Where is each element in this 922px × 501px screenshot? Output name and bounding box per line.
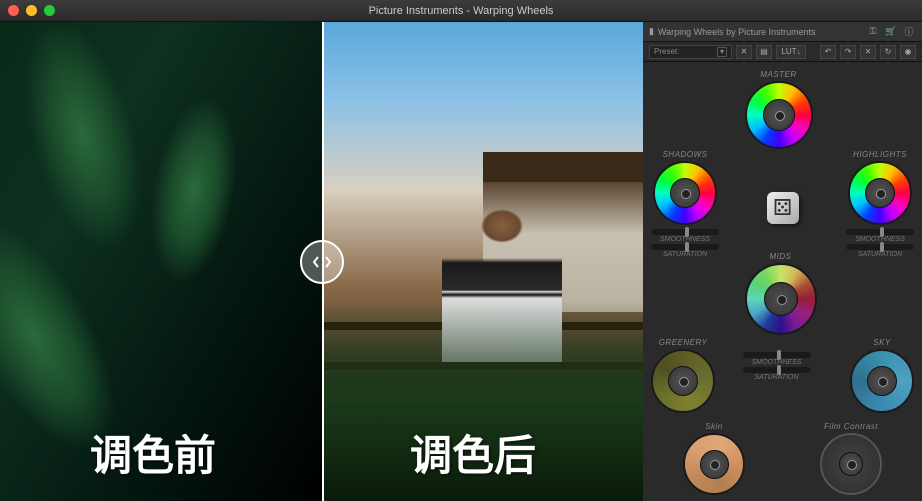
- preset-dropdown[interactable]: Preset: ▾: [649, 45, 732, 59]
- mids-label: MIDS: [770, 252, 792, 261]
- after-label: 调色后: [410, 422, 536, 483]
- sky-label: SKY: [873, 338, 891, 347]
- wheels-area: MASTER SHADOWS SMOOTHNESS SATURATION HIG…: [643, 62, 922, 501]
- lut-export-button[interactable]: LUT ↓: [776, 45, 806, 59]
- panel-logo-icon: ▮: [649, 26, 654, 37]
- mids-saturation-slider[interactable]: [743, 367, 811, 373]
- before-label: 调色前: [90, 422, 216, 483]
- film-contrast-wheel[interactable]: [820, 433, 882, 495]
- bypass-toggle[interactable]: ◉: [900, 45, 916, 59]
- greenery-wheel[interactable]: [651, 349, 715, 413]
- mids-wheel-group: MIDS: [745, 252, 817, 335]
- panel-header: ▮ Warping Wheels by Picture Instruments …: [643, 22, 922, 42]
- cart-icon[interactable]: 🛒: [884, 25, 898, 39]
- greenery-wheel-group: GREENERY: [651, 338, 715, 413]
- undo-button[interactable]: ↶: [820, 45, 836, 59]
- info-icon[interactable]: ⓘ: [902, 25, 916, 39]
- preset-label: Preset:: [654, 47, 679, 56]
- skin-label: Skin: [705, 422, 723, 431]
- preset-save-button[interactable]: ▤: [756, 45, 772, 59]
- highlights-wheel[interactable]: [848, 161, 912, 225]
- compare-toggle[interactable]: ✕: [860, 45, 876, 59]
- master-label: MASTER: [760, 70, 796, 79]
- skin-wheel[interactable]: [683, 433, 745, 495]
- saturation-label: SATURATION: [663, 251, 707, 258]
- panel-toolbar: Preset: ▾ ✕ ▤ LUT ↓ ↶ ↷ ✕ ↻ ◉: [643, 42, 922, 62]
- controls-panel: ▮ Warping Wheels by Picture Instruments …: [643, 22, 922, 501]
- greenery-label: GREENERY: [659, 338, 708, 347]
- shadows-smoothness-slider[interactable]: [651, 229, 719, 235]
- image-compare-viewer: 调色前 调色后: [0, 22, 643, 501]
- highlights-label: HIGHLIGHTS: [853, 150, 907, 159]
- mids-wheel[interactable]: [745, 263, 817, 335]
- redo-button[interactable]: ↷: [840, 45, 856, 59]
- chevron-down-icon: ▾: [717, 47, 727, 57]
- sky-wheel[interactable]: [850, 349, 914, 413]
- skin-wheel-group: Skin: [683, 422, 745, 495]
- shadows-wheel[interactable]: [653, 161, 717, 225]
- mids-smoothness-slider[interactable]: [743, 352, 811, 358]
- highlights-wheel-group: HIGHLIGHTS SMOOTHNESS SATURATION: [846, 150, 914, 258]
- shadows-saturation-slider[interactable]: [651, 244, 719, 250]
- key-icon[interactable]: ⚿: [866, 25, 880, 39]
- randomize-button[interactable]: [767, 192, 799, 224]
- window-title: Picture Instruments - Warping Wheels: [0, 5, 922, 17]
- master-wheel-group: MASTER: [745, 70, 813, 149]
- film-contrast-group: Film Contrast: [820, 422, 882, 495]
- window-titlebar: Picture Instruments - Warping Wheels: [0, 0, 922, 22]
- reset-button[interactable]: ↻: [880, 45, 896, 59]
- master-wheel[interactable]: [745, 81, 813, 149]
- highlights-smoothness-slider[interactable]: [846, 229, 914, 235]
- highlights-saturation-slider[interactable]: [846, 244, 914, 250]
- panel-title: Warping Wheels by Picture Instruments: [658, 27, 816, 37]
- shadows-label: SHADOWS: [663, 150, 708, 159]
- sky-wheel-group: SKY: [850, 338, 914, 413]
- shadows-wheel-group: SHADOWS SMOOTHNESS SATURATION: [651, 150, 719, 258]
- compare-handle[interactable]: [300, 240, 344, 284]
- film-label: Film Contrast: [824, 422, 878, 431]
- preset-delete-button[interactable]: ✕: [736, 45, 752, 59]
